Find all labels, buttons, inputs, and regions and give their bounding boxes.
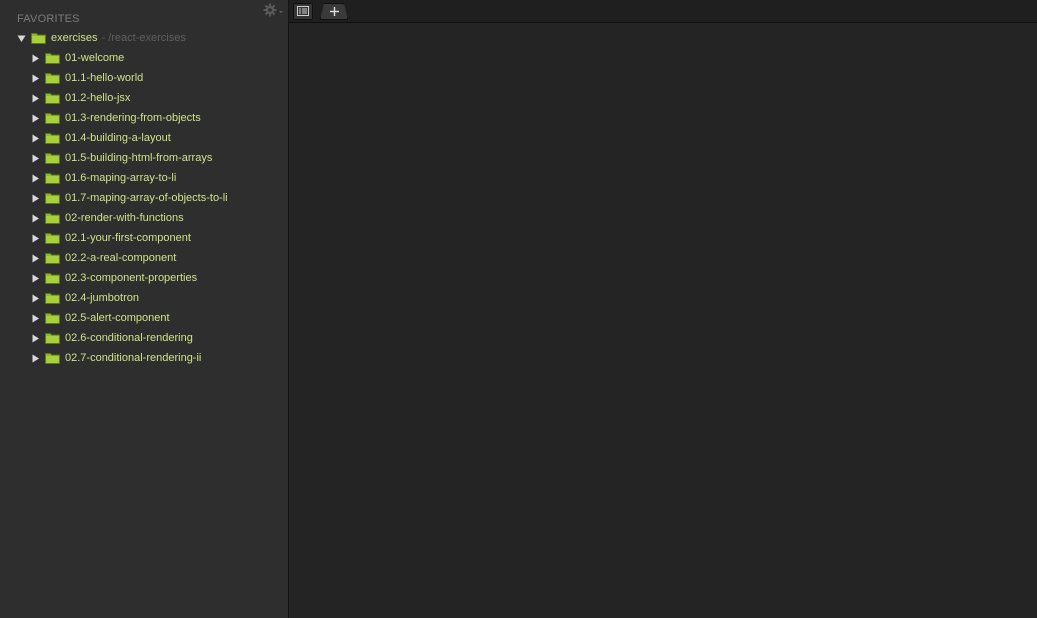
file-tree: exercises - /react-exercises 01-welcome 0… (0, 28, 288, 368)
tree-item-folder[interactable]: 02.1-your-first-component (0, 228, 288, 248)
tree-item-label: 02.6-conditional-rendering (65, 332, 193, 344)
folder-icon (45, 132, 60, 144)
plus-icon (330, 3, 339, 21)
tree-item-label: 02.2-a-real-component (65, 252, 177, 264)
tree-item-folder[interactable]: 01.4-building-a-layout (0, 128, 288, 148)
tree-item-folder[interactable]: 02-render-with-functions (0, 208, 288, 228)
folder-icon (45, 52, 60, 64)
tree-item-folder[interactable]: 01.1-hello-world (0, 68, 288, 88)
tree-root-exercises[interactable]: exercises - /react-exercises (0, 28, 288, 48)
folder-icon (45, 252, 60, 264)
gear-icon[interactable] (262, 2, 284, 18)
triangle-right-icon[interactable] (31, 314, 40, 323)
tree-item-label: 01.1-hello-world (65, 72, 144, 84)
tree-item-label: 01.2-hello-jsx (65, 92, 131, 104)
tree-item-folder[interactable]: 01.7-maping-array-of-objects-to-li (0, 188, 288, 208)
triangle-right-icon[interactable] (31, 254, 40, 263)
triangle-right-icon[interactable] (31, 134, 40, 143)
folder-icon (45, 352, 60, 364)
tree-item-label: 01-welcome (65, 52, 125, 64)
folder-icon (45, 92, 60, 104)
tab-bar (289, 0, 1037, 23)
tree-item-label: 02.3-component-properties (65, 272, 198, 284)
folder-icon (45, 152, 60, 164)
folder-icon (45, 272, 60, 284)
folder-icon (45, 292, 60, 304)
tree-item-label: 01.4-building-a-layout (65, 132, 171, 144)
folder-icon (45, 72, 60, 84)
main-area (289, 0, 1037, 618)
triangle-right-icon[interactable] (31, 194, 40, 203)
tree-item-label: 02.7-conditional-rendering-ii (65, 352, 202, 364)
tree-item-label: 02.1-your-first-component (65, 232, 191, 244)
tree-item-label: 01.3-rendering-from-objects (65, 112, 201, 124)
triangle-right-icon[interactable] (31, 94, 40, 103)
triangle-right-icon[interactable] (31, 74, 40, 83)
tab-list-button[interactable] (293, 3, 313, 20)
editor-pane[interactable] (289, 23, 1037, 618)
triangle-right-icon[interactable] (31, 234, 40, 243)
tab-list-icon (297, 3, 309, 21)
tree-item-label: 01.6-maping-array-to-li (65, 172, 177, 184)
tree-item-label: 01.7-maping-array-of-objects-to-li (65, 192, 228, 204)
triangle-right-icon[interactable] (31, 174, 40, 183)
tree-item-folder[interactable]: 01.2-hello-jsx (0, 88, 288, 108)
new-tab-button[interactable] (320, 3, 348, 20)
tree-item-label: 01.5-building-html-from-arrays (65, 152, 213, 164)
tree-item-folder[interactable]: 01-welcome (0, 48, 288, 68)
folder-icon (45, 172, 60, 184)
favorites-header: FAVORITES (17, 13, 80, 25)
triangle-right-icon[interactable] (31, 294, 40, 303)
tree-item-label: 02.5-alert-component (65, 312, 170, 324)
tree-item-folder[interactable]: 02.3-component-properties (0, 268, 288, 288)
sidebar: FAVORITES exercises - /react-exercises 0… (0, 0, 289, 618)
folder-icon (31, 32, 46, 44)
tree-item-folder[interactable]: 02.2-a-real-component (0, 248, 288, 268)
tree-item-folder[interactable]: 01.5-building-html-from-arrays (0, 148, 288, 168)
tree-item-folder[interactable]: 02.6-conditional-rendering (0, 328, 288, 348)
tree-item-folder[interactable]: 01.6-maping-array-to-li (0, 168, 288, 188)
folder-icon (45, 312, 60, 324)
triangle-right-icon[interactable] (31, 334, 40, 343)
tree-item-folder[interactable]: 01.3-rendering-from-objects (0, 108, 288, 128)
tree-item-label: 02.4-jumbotron (65, 292, 139, 304)
folder-icon (45, 332, 60, 344)
tree-item-label: 02-render-with-functions (65, 212, 184, 224)
triangle-right-icon[interactable] (31, 214, 40, 223)
folder-icon (45, 232, 60, 244)
triangle-right-icon[interactable] (31, 274, 40, 283)
triangle-right-icon[interactable] (31, 354, 40, 363)
tree-root-path: - /react-exercises (101, 32, 186, 44)
triangle-right-icon[interactable] (31, 114, 40, 123)
tree-root-label: exercises (51, 32, 98, 44)
tree-item-folder[interactable]: 02.7-conditional-rendering-ii (0, 348, 288, 368)
app-window: FAVORITES exercises - /react-exercises 0… (0, 0, 1037, 618)
folder-icon (45, 192, 60, 204)
folder-icon (45, 112, 60, 124)
triangle-right-icon[interactable] (31, 54, 40, 63)
tree-item-folder[interactable]: 02.5-alert-component (0, 308, 288, 328)
folder-icon (45, 212, 60, 224)
triangle-down-icon[interactable] (17, 34, 26, 43)
triangle-right-icon[interactable] (31, 154, 40, 163)
tree-item-folder[interactable]: 02.4-jumbotron (0, 288, 288, 308)
